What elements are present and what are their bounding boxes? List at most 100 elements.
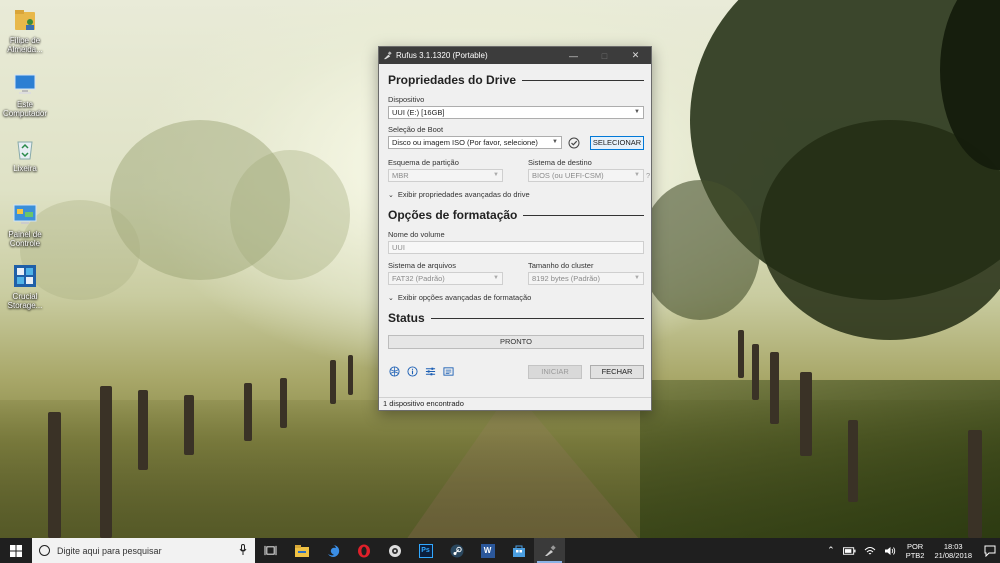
- status-progress-bar: PRONTO: [388, 335, 644, 349]
- desktop-icon-label: Painel de Controle: [8, 230, 42, 248]
- chevron-down-icon: ▼: [493, 172, 499, 178]
- desktop-icon-this-pc[interactable]: Este Computador: [0, 70, 50, 118]
- taskbar: Digite aqui para pesquisar Ps W ⌃ POR PT…: [0, 538, 1000, 563]
- computer-icon: [14, 74, 36, 94]
- chevron-down-icon: ▼: [634, 109, 640, 115]
- taskbar-search-box[interactable]: Digite aqui para pesquisar: [32, 538, 255, 563]
- window-title: Rufus 3.1.1320 (Portable): [396, 51, 488, 60]
- device-dropdown[interactable]: UUI (E:) [16GB] ▼: [388, 106, 644, 119]
- desktop-icon-control-panel[interactable]: Painel de Controle: [0, 200, 50, 248]
- steam-icon: [450, 544, 463, 557]
- drive-advanced-toggle[interactable]: ⌄ Exibir propriedades avançadas do drive: [388, 190, 530, 199]
- clock-date: 21/08/2018: [934, 550, 972, 560]
- check-hash-icon[interactable]: [568, 137, 580, 149]
- log-icon[interactable]: [443, 366, 454, 377]
- recycle-bin-icon: [17, 141, 33, 160]
- taskbar-store[interactable]: [503, 538, 534, 563]
- status-bar-text: 1 dispositivo encontrado: [383, 399, 464, 408]
- format-options-heading: Opções de formatação: [388, 208, 644, 222]
- desktop-icon-recycle-bin[interactable]: Lixeira: [0, 134, 50, 173]
- file-system-label: Sistema de arquivos: [388, 261, 456, 270]
- battery-icon[interactable]: [842, 546, 856, 555]
- camera-app-icon: [388, 544, 401, 557]
- show-hidden-icons-chevron-icon[interactable]: ⌃: [827, 545, 835, 556]
- rufus-app-icon: [383, 51, 392, 60]
- close-window-button[interactable]: ✕: [620, 47, 651, 64]
- cluster-size-label: Tamanho do cluster: [528, 261, 594, 270]
- file-system-value: FAT32 (Padrão): [392, 274, 445, 283]
- volume-name-value: UUI: [392, 243, 405, 252]
- start-button-windows[interactable]: [0, 538, 32, 563]
- search-placeholder: Digite aqui para pesquisar: [57, 545, 162, 556]
- maximize-button[interactable]: □: [589, 47, 620, 64]
- desktop-icon-label: Este Computador: [2, 100, 48, 118]
- boot-selection-value: Disco ou imagem ISO (Por favor, selecion…: [392, 138, 538, 147]
- word-label: W: [483, 545, 492, 555]
- input-language-indicator[interactable]: POR PTB2: [906, 542, 925, 560]
- partition-scheme-value: MBR: [392, 171, 409, 180]
- taskbar-file-explorer[interactable]: [286, 538, 317, 563]
- action-center-button[interactable]: [980, 538, 1000, 563]
- microphone-icon[interactable]: [239, 544, 247, 556]
- taskbar-edge[interactable]: [317, 538, 348, 563]
- control-panel-icon: [13, 204, 37, 224]
- store-icon: [512, 545, 525, 557]
- boot-selection-dropdown[interactable]: Disco ou imagem ISO (Por favor, selecion…: [388, 136, 562, 149]
- taskbar-camera-app[interactable]: [379, 538, 410, 563]
- chevron-down-icon: ▼: [552, 139, 558, 145]
- drive-advanced-toggle-label: Exibir propriedades avançadas do drive: [397, 190, 530, 199]
- partition-scheme-dropdown[interactable]: MBR ▼: [388, 169, 503, 182]
- target-system-help[interactable]: ?: [646, 171, 650, 180]
- desktop-icon-label: Crucial Storage...: [7, 292, 43, 310]
- desktop-icon-user-folder[interactable]: Filipe de Almeida...: [0, 6, 50, 54]
- photoshop-label: Ps: [421, 546, 430, 554]
- windows-logo-icon: [10, 544, 22, 557]
- taskbar-word[interactable]: W: [472, 538, 503, 563]
- minimize-button[interactable]: —: [558, 47, 589, 64]
- taskbar-clock[interactable]: 18:03 21/08/2018: [934, 542, 972, 560]
- keyboard-layout: PTB2: [905, 550, 925, 560]
- select-image-button[interactable]: SELECIONAR: [590, 136, 644, 150]
- info-icon[interactable]: [407, 366, 418, 377]
- network-icon[interactable]: [864, 546, 876, 556]
- settings-sliders-icon[interactable]: [425, 366, 436, 377]
- chevron-down-icon: ▼: [634, 275, 640, 281]
- chevron-down-icon: ▼: [493, 275, 499, 281]
- task-view-button[interactable]: [255, 538, 286, 563]
- volume-icon[interactable]: [884, 546, 896, 556]
- boot-selection-label: Seleção de Boot: [388, 125, 444, 134]
- format-advanced-toggle-label: Exibir opções avançadas de formatação: [397, 293, 532, 302]
- device-value: UUI (E:) [16GB]: [392, 108, 445, 117]
- rufus-icon: [544, 544, 556, 556]
- file-explorer-icon: [294, 544, 309, 557]
- drive-properties-heading: Propriedades do Drive: [388, 73, 644, 87]
- language-code: POR: [906, 541, 924, 551]
- status-progress-text: PRONTO: [500, 337, 532, 346]
- taskbar-steam[interactable]: [441, 538, 472, 563]
- desktop-icon-crucial-storage[interactable]: Crucial Storage...: [0, 262, 50, 310]
- device-label: Dispositivo: [388, 95, 425, 104]
- taskbar-rufus[interactable]: [534, 538, 565, 563]
- file-system-dropdown[interactable]: FAT32 (Padrão) ▼: [388, 272, 503, 285]
- cluster-size-dropdown[interactable]: 8192 bytes (Padrão) ▼: [528, 272, 644, 285]
- target-system-value: BIOS (ou UEFI-CSM): [532, 171, 604, 180]
- globe-icon[interactable]: [389, 366, 400, 377]
- format-advanced-toggle[interactable]: ⌄ Exibir opções avançadas de formatação: [388, 293, 531, 302]
- taskbar-opera[interactable]: [348, 538, 379, 563]
- user-folder-icon: [15, 10, 35, 30]
- status-bar: 1 dispositivo encontrado: [379, 397, 651, 410]
- status-heading: Status: [388, 311, 644, 325]
- partition-scheme-label: Esquema de partição: [388, 158, 459, 167]
- start-button[interactable]: INICIAR: [528, 365, 582, 379]
- cluster-size-value: 8192 bytes (Padrão): [532, 274, 600, 283]
- notification-icon: [984, 545, 996, 557]
- rufus-window: Rufus 3.1.1320 (Portable) — □ ✕ Propried…: [378, 46, 652, 411]
- system-tray: ⌃ POR PTB2 18:03 21/08/2018: [823, 538, 1000, 563]
- window-titlebar[interactable]: Rufus 3.1.1320 (Portable) — □ ✕: [379, 47, 651, 64]
- chevron-down-icon: ▼: [634, 172, 640, 178]
- target-system-dropdown[interactable]: BIOS (ou UEFI-CSM) ▼: [528, 169, 644, 182]
- taskbar-photoshop[interactable]: Ps: [410, 538, 441, 563]
- close-button[interactable]: FECHAR: [590, 365, 644, 379]
- cortana-icon: [39, 545, 50, 556]
- volume-name-input[interactable]: UUI: [388, 241, 644, 254]
